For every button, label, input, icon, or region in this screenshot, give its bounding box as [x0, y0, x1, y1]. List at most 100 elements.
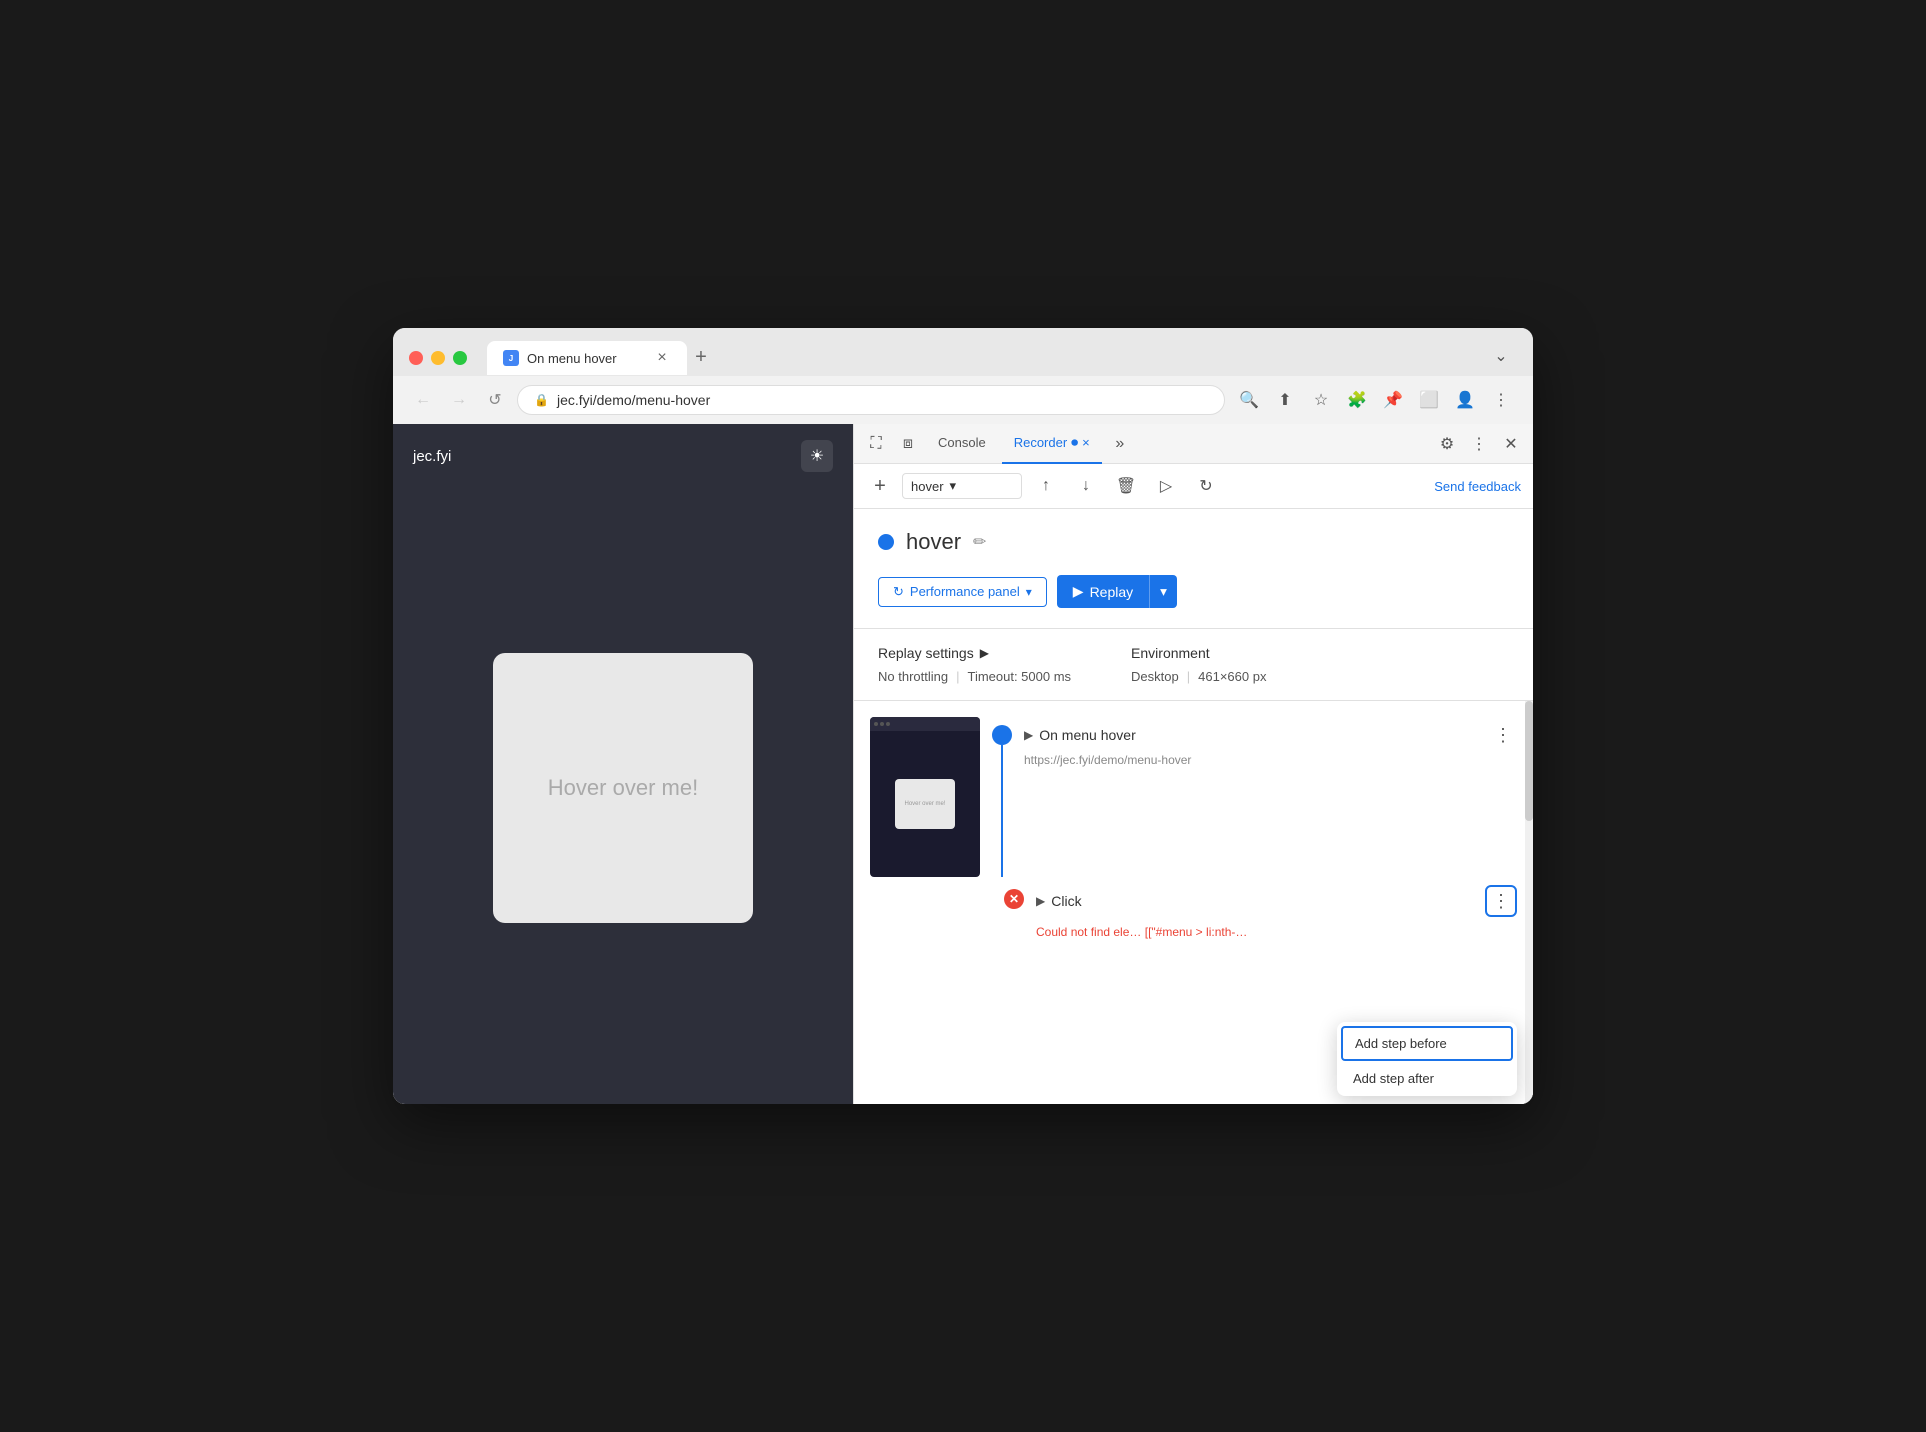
replay-button-group: ▶ Replay ▾ — [1057, 575, 1177, 608]
perf-icon: ↻ — [893, 584, 904, 600]
tab-right: ⌄ — [1485, 340, 1517, 372]
replay-settings-title[interactable]: Replay settings ▶ — [878, 645, 1071, 661]
new-tab-button[interactable]: + — [687, 343, 715, 371]
delete-recording-button[interactable]: 🗑 — [1110, 470, 1142, 502]
chevron-down-icon: ▾ — [950, 478, 957, 494]
perf-panel-dropdown-icon: ▾ — [1026, 585, 1032, 599]
tab-close-button[interactable]: × — [653, 349, 671, 367]
minimize-button[interactable] — [431, 351, 445, 365]
throttling-label: No throttling — [878, 669, 948, 684]
hover-box[interactable]: Hover over me! — [493, 653, 753, 923]
share-icon[interactable]: ⬆ — [1269, 384, 1301, 416]
maximize-button[interactable] — [453, 351, 467, 365]
step-timeline-2: ✕ — [1004, 885, 1024, 939]
more-tabs-icon[interactable]: » — [1106, 430, 1134, 458]
context-menu-add-step-before[interactable]: Add step before — [1341, 1026, 1513, 1061]
step1-name: On menu hover — [1039, 727, 1136, 743]
scrollbar-thumb[interactable] — [1525, 701, 1533, 821]
replay-settings-expand-icon: ▶ — [980, 646, 989, 660]
url-text: jec.fyi/demo/menu-hover — [557, 392, 710, 408]
bookmark-icon[interactable]: ☆ — [1305, 384, 1337, 416]
performance-panel-button[interactable]: ↻ Performance panel ▾ — [878, 577, 1047, 607]
thumb-hover-box: Hover over me! — [895, 779, 955, 829]
step1-header: ▶ On menu hover ⋮ — [1024, 721, 1517, 749]
actions-row: ↻ Performance panel ▾ ▶ Replay ▾ — [878, 575, 1509, 608]
tab-console[interactable]: Console — [926, 424, 998, 464]
replay-chevron-down-icon: ▾ — [1160, 584, 1167, 600]
step1-details: ▶ On menu hover ⋮ https://jec.fyi/demo/m… — [1024, 717, 1517, 877]
tab-favicon: J — [503, 350, 519, 366]
step2-error-text: Could not find ele… [["#menu > li:nth-… — [1036, 925, 1517, 939]
step2-expand-icon[interactable]: ▶ — [1036, 894, 1045, 908]
step-timeline-1 — [992, 717, 1012, 877]
environment-label: Environment — [1131, 645, 1210, 661]
step2-more-button[interactable]: ⋮ — [1485, 885, 1517, 917]
extensions-icon[interactable]: 🧩 — [1341, 384, 1373, 416]
step-thumbnail: Hover over me! — [870, 717, 980, 877]
thumb-content: Hover over me! — [870, 731, 980, 877]
thumb-dot-1 — [874, 722, 878, 726]
send-feedback-link[interactable]: Send feedback — [1434, 479, 1521, 494]
steps-section: Hover over me! ▶ On menu hover — [854, 701, 1533, 1104]
thumb-header — [870, 717, 980, 731]
close-button[interactable] — [409, 351, 423, 365]
replay-settings-label: Replay settings — [878, 645, 974, 661]
step2-header: ▶ Click ⋮ — [1036, 885, 1517, 917]
profile-icon[interactable]: 👤 — [1449, 384, 1481, 416]
step1-more-button[interactable]: ⋮ — [1489, 721, 1517, 749]
chevron-down-icon[interactable]: ⌄ — [1485, 340, 1517, 372]
recording-name-label: hover — [906, 529, 961, 555]
replay-button[interactable]: ▶ Replay — [1057, 575, 1149, 608]
pin-icon[interactable]: 📌 — [1377, 384, 1409, 416]
content-area: jec.fyi ☀ Hover over me! ⛶ ⧈ Console Rec… — [393, 424, 1533, 1104]
devtools-settings-icon[interactable]: ⚙ — [1433, 430, 1461, 458]
back-button[interactable]: ← — [409, 386, 437, 414]
traffic-lights — [409, 351, 467, 365]
devtools-close-icon[interactable]: ✕ — [1497, 430, 1525, 458]
env-size-label: 461×660 px — [1198, 669, 1266, 684]
step2-details: ▶ Click ⋮ Could not find ele… [["#menu >… — [1036, 885, 1517, 939]
replay-step-button[interactable]: ▷ — [1150, 470, 1182, 502]
thumb-dot-2 — [880, 722, 884, 726]
forward-button[interactable]: → — [445, 386, 473, 414]
env-divider: | — [1187, 669, 1190, 684]
window-icon[interactable]: ⬜ — [1413, 384, 1445, 416]
browser-tab[interactable]: J On menu hover × — [487, 341, 687, 375]
refresh-button[interactable]: ↺ — [481, 386, 509, 414]
recording-select[interactable]: hover ▾ — [902, 473, 1022, 499]
tab-title: On menu hover — [527, 351, 645, 366]
edit-name-icon[interactable]: ✏ — [973, 532, 986, 552]
download-recording-button[interactable]: ↓ — [1070, 470, 1102, 502]
perf-panel-label: Performance panel — [910, 584, 1020, 599]
search-icon[interactable]: 🔍 — [1233, 384, 1265, 416]
hover-box-label: Hover over me! — [548, 775, 698, 801]
replay-options-button[interactable]: ↻ — [1190, 470, 1222, 502]
step-group-1: Hover over me! ▶ On menu hover — [854, 701, 1533, 877]
step2-more-icon: ⋮ — [1492, 891, 1510, 912]
tab-recorder[interactable]: Recorder ⏺ × — [1002, 424, 1102, 464]
tab-recorder-close-icon[interactable]: × — [1082, 435, 1090, 450]
timeout-label: Timeout: 5000 ms — [967, 669, 1071, 684]
devtools-more-icon[interactable]: ⋮ — [1465, 430, 1493, 458]
hover-box-container: Hover over me! — [393, 488, 853, 1088]
step2-name-row: ▶ Click — [1036, 893, 1082, 909]
step1-circle — [992, 725, 1012, 745]
theme-toggle-button[interactable]: ☀ — [801, 440, 833, 472]
replay-dropdown-button[interactable]: ▾ — [1149, 575, 1177, 608]
url-bar[interactable]: 🔒 jec.fyi/demo/menu-hover — [517, 385, 1225, 415]
scrollbar[interactable] — [1525, 701, 1533, 1104]
page-site-title: jec.fyi — [413, 448, 451, 465]
environment-title: Environment — [1131, 645, 1266, 661]
step1-expand-icon[interactable]: ▶ — [1024, 728, 1033, 742]
settings-detail-row: No throttling | Timeout: 5000 ms — [878, 669, 1071, 684]
cursor-tool-icon[interactable]: ⛶ — [862, 430, 890, 458]
settings-divider: | — [956, 669, 959, 684]
step-group-2: ✕ ▶ Click ⋮ Could not find ele… — [988, 877, 1533, 939]
upload-recording-button[interactable]: ↑ — [1030, 470, 1062, 502]
menu-icon[interactable]: ⋮ — [1485, 384, 1517, 416]
recording-select-label: hover — [911, 479, 944, 494]
context-menu-add-step-after[interactable]: Add step after — [1337, 1061, 1517, 1096]
add-recording-button[interactable]: + — [866, 472, 894, 500]
step1-name-row: ▶ On menu hover — [1024, 727, 1136, 743]
device-toolbar-icon[interactable]: ⧈ — [894, 430, 922, 458]
